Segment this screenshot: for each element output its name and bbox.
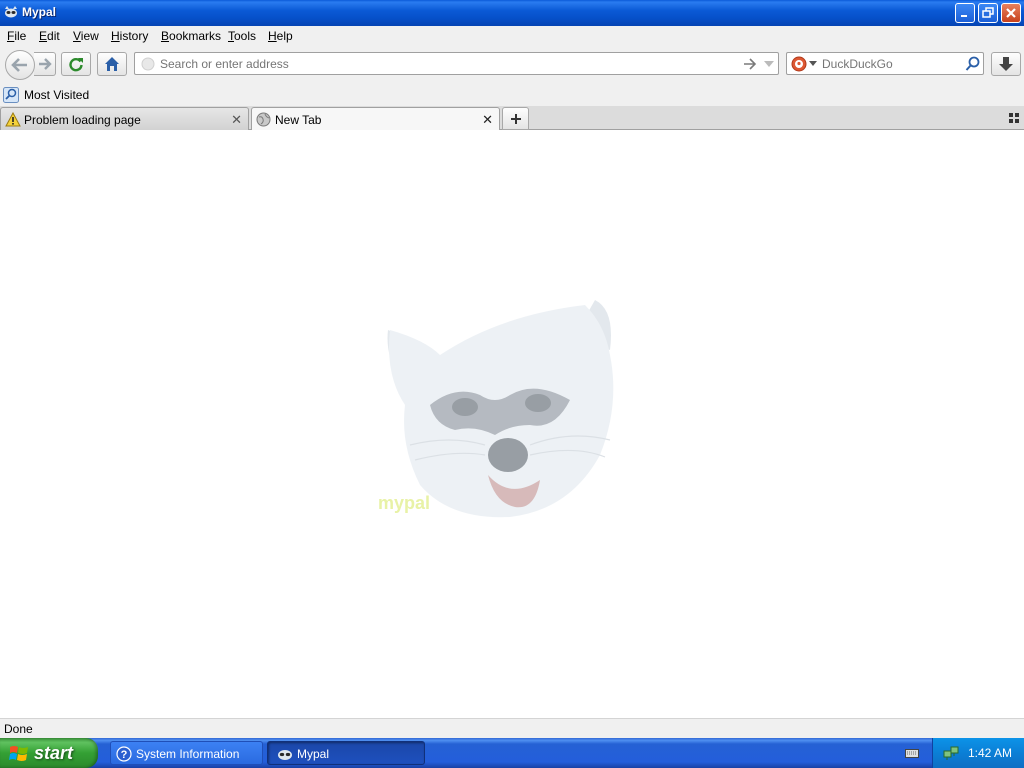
- reload-icon: [69, 58, 83, 72]
- forward-button[interactable]: [34, 52, 56, 76]
- tab-label: Problem loading page: [24, 113, 141, 127]
- system-tray: 1:42 AM: [932, 738, 1024, 768]
- menu-history[interactable]: History: [111, 29, 148, 43]
- restore-button[interactable]: [978, 3, 998, 23]
- menu-view[interactable]: View: [73, 29, 99, 43]
- menu-history-mnemonic: H: [111, 29, 120, 43]
- menu-bookmarks-mnemonic: B: [161, 29, 170, 43]
- logo-wordmark: mypal: [378, 493, 430, 513]
- download-icon: [999, 57, 1013, 71]
- status-text: Done: [4, 722, 33, 736]
- taskbar-button-mypal[interactable]: Mypal: [267, 741, 425, 765]
- menu-file[interactable]: File: [7, 29, 26, 43]
- globe-icon: [256, 112, 271, 127]
- menu-edit[interactable]: Edit: [39, 29, 60, 43]
- address-bar[interactable]: [134, 52, 779, 75]
- menu-tools-label: ools: [234, 29, 257, 43]
- task-label: Mypal: [297, 747, 330, 761]
- new-tab-button[interactable]: [502, 107, 529, 130]
- duckduckgo-icon[interactable]: [791, 56, 807, 72]
- menu-bookmarks[interactable]: Bookmarks: [161, 29, 221, 43]
- task-label: System Information: [136, 747, 240, 761]
- start-button[interactable]: start: [0, 738, 98, 768]
- menu-view-mnemonic: V: [73, 29, 81, 43]
- go-arrow-icon[interactable]: [743, 57, 757, 71]
- menu-edit-label: dit: [47, 29, 60, 43]
- taskbar: start ? System Information Mypal 1:42 AM: [0, 738, 1024, 768]
- back-arrow-icon: [11, 58, 27, 72]
- plus-icon: [510, 113, 521, 124]
- downloads-button[interactable]: [991, 52, 1021, 76]
- menu-view-label: iew: [80, 29, 99, 43]
- search-icon[interactable]: [965, 56, 981, 72]
- list-all-tabs-icon[interactable]: [1009, 113, 1019, 123]
- network-icon[interactable]: [943, 745, 959, 761]
- windows-logo-icon: [9, 746, 28, 761]
- menu-file-label: ile: [14, 29, 27, 43]
- home-button[interactable]: [97, 52, 127, 76]
- page-identity-icon: [141, 57, 155, 71]
- address-input[interactable]: [160, 56, 730, 72]
- svg-text:?: ?: [121, 749, 128, 761]
- back-button[interactable]: [5, 50, 35, 80]
- close-icon: [1006, 8, 1016, 18]
- home-icon: [105, 57, 119, 71]
- minimize-icon: [961, 15, 967, 17]
- minimize-button[interactable]: [955, 3, 975, 23]
- forward-arrow-icon: [38, 58, 52, 70]
- title-bar: Mypal: [0, 0, 1024, 27]
- search-input[interactable]: [822, 56, 957, 72]
- taskbar-button-system-information[interactable]: ? System Information: [110, 741, 263, 765]
- bookmark-most-visited[interactable]: Most Visited: [3, 86, 93, 104]
- restore-icon: [982, 7, 994, 18]
- navigation-toolbar: [0, 46, 1024, 84]
- search-bar[interactable]: [786, 52, 984, 75]
- menu-help-mnemonic: H: [268, 29, 277, 43]
- tab-label: New Tab: [275, 113, 322, 127]
- warning-icon: [5, 112, 21, 127]
- tab-problem-loading[interactable]: Problem loading page ✕: [0, 107, 249, 130]
- history-dropdown-icon[interactable]: [763, 59, 775, 69]
- most-visited-label: Most Visited: [24, 88, 90, 102]
- bookmarks-toolbar: Most Visited: [0, 84, 1024, 106]
- menu-help-label: elp: [276, 29, 293, 43]
- new-tab-page: mypal: [0, 130, 1024, 718]
- clock[interactable]: 1:42 AM: [968, 746, 1012, 760]
- menu-tools[interactable]: Tools: [228, 29, 256, 43]
- menu-edit-mnemonic: E: [39, 29, 48, 43]
- menu-bookmarks-label: ookmarks: [169, 29, 222, 43]
- close-tab-icon[interactable]: ✕: [482, 112, 493, 128]
- close-button[interactable]: [1001, 3, 1021, 23]
- menu-bar: File Edit View History Bookmarks Tools H…: [0, 26, 1024, 46]
- window-title: Mypal: [22, 5, 57, 19]
- keyboard-icon[interactable]: [905, 746, 919, 760]
- tab-strip: Problem loading page ✕ New Tab ✕: [0, 106, 1024, 131]
- most-visited-icon: [3, 87, 19, 103]
- help-icon: ?: [116, 746, 132, 762]
- tab-new-tab[interactable]: New Tab ✕: [251, 107, 500, 131]
- start-label: start: [34, 743, 74, 763]
- reload-button[interactable]: [61, 52, 91, 76]
- engine-dropdown-icon[interactable]: [809, 61, 817, 67]
- status-bar: Done: [0, 718, 1024, 738]
- raccoon-icon: [278, 750, 292, 760]
- menu-help[interactable]: Help: [268, 29, 293, 43]
- close-tab-icon[interactable]: ✕: [231, 112, 242, 128]
- raccoon-icon: [5, 6, 17, 18]
- menu-history-label: istory: [119, 29, 149, 43]
- mypal-raccoon-logo: mypal: [378, 300, 614, 518]
